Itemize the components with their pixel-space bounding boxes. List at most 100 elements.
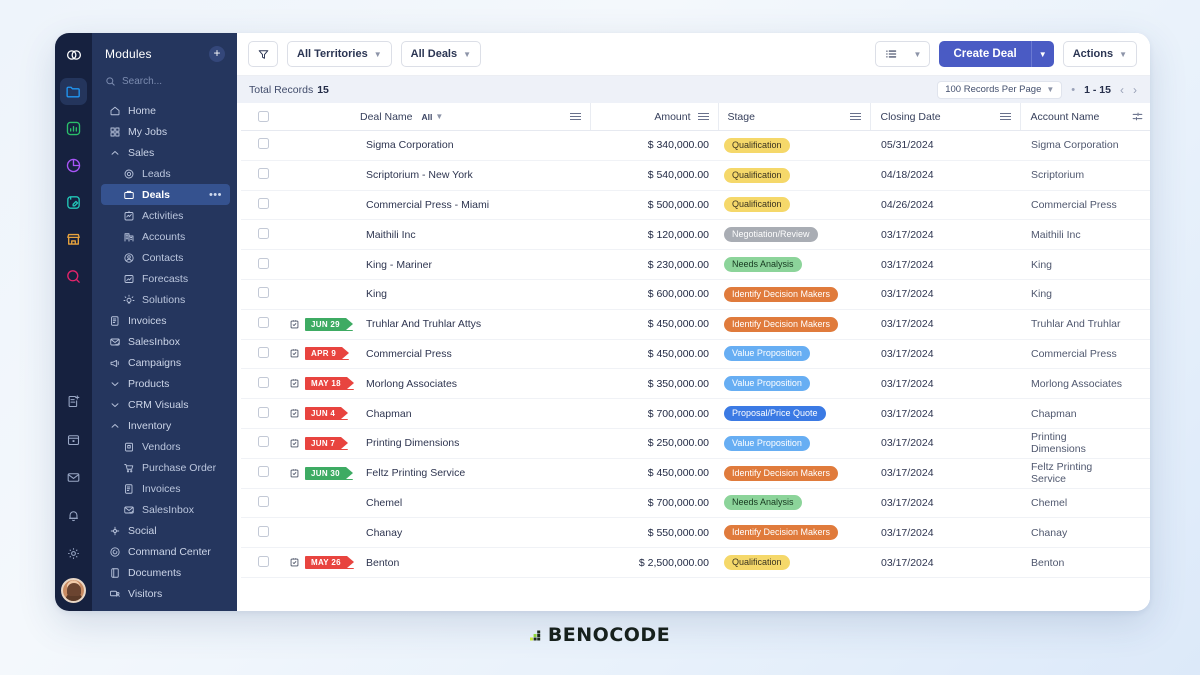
gear-icon[interactable] bbox=[60, 540, 87, 567]
list-view-icon[interactable] bbox=[876, 42, 906, 66]
sidebar-item-solutions[interactable]: Solutions bbox=[92, 289, 237, 310]
table-row[interactable]: MAY 26 Benton $ 2,500,000.00 Qualification 0… bbox=[241, 547, 1150, 578]
row-account-name[interactable]: King bbox=[1020, 279, 1124, 310]
header-deal-name-menu-icon[interactable] bbox=[569, 112, 581, 121]
search-circle-icon[interactable] bbox=[60, 263, 87, 290]
add-module-button[interactable]: + bbox=[209, 46, 225, 62]
chevron-right-icon[interactable]: › bbox=[1133, 83, 1137, 97]
row-flag[interactable]: JUN 30 bbox=[285, 466, 360, 480]
table-row[interactable]: JUN 29 Truhlar And Truhlar Attys $ 450,000… bbox=[241, 309, 1150, 340]
sidebar-item-deals[interactable]: Deals ••• bbox=[101, 184, 230, 205]
row-account-name[interactable]: Maithili Inc bbox=[1020, 219, 1124, 251]
sidebar-item-contacts[interactable]: Contacts bbox=[92, 247, 237, 268]
row-deal-name[interactable]: Commercial Press bbox=[360, 339, 590, 370]
sidebar-item-activities[interactable]: Activities bbox=[92, 205, 237, 226]
calendar-icon[interactable] bbox=[60, 426, 87, 453]
row-checkbox[interactable] bbox=[257, 466, 269, 478]
sidebar-item-accounts[interactable]: Accounts bbox=[92, 226, 237, 247]
table-row[interactable]: Sigma Corporation $ 340,000.00 Qualificati… bbox=[241, 130, 1150, 161]
row-deal-name[interactable]: Benton bbox=[360, 547, 590, 578]
new-document-icon[interactable] bbox=[60, 388, 87, 415]
header-stage-menu-icon[interactable] bbox=[849, 112, 861, 121]
bar-chart-icon[interactable] bbox=[60, 115, 87, 142]
row-account-name[interactable]: Morlong Associates bbox=[1020, 368, 1124, 400]
row-account-name[interactable]: Commercial Press bbox=[1020, 339, 1124, 370]
filter-button[interactable] bbox=[248, 41, 278, 67]
row-deal-name[interactable]: Chapman bbox=[360, 398, 590, 429]
row-account-name[interactable]: Chanay bbox=[1020, 517, 1124, 549]
table-row[interactable]: Scriptorium - New York $ 540,000.00 Qualif… bbox=[241, 160, 1150, 191]
row-checkbox[interactable] bbox=[257, 257, 269, 269]
row-flag[interactable]: JUN 29 bbox=[285, 317, 360, 331]
row-checkbox[interactable] bbox=[257, 138, 269, 150]
sidebar-item-inventory[interactable]: Inventory bbox=[92, 415, 237, 436]
row-checkbox[interactable] bbox=[257, 376, 269, 388]
sidebar-item-products[interactable]: Products bbox=[92, 373, 237, 394]
row-checkbox[interactable] bbox=[257, 197, 269, 209]
row-deal-name[interactable]: Printing Dimensions bbox=[360, 428, 590, 459]
row-checkbox[interactable] bbox=[257, 287, 269, 299]
row-account-name[interactable]: Sigma Corporation bbox=[1020, 130, 1124, 161]
row-flag[interactable]: JUN 4 bbox=[285, 407, 360, 421]
sidebar-item-purchase-order[interactable]: Purchase Order bbox=[92, 457, 237, 478]
row-checkbox[interactable] bbox=[257, 495, 269, 507]
sidebar-item-social[interactable]: Social bbox=[92, 520, 237, 541]
row-checkbox[interactable] bbox=[257, 168, 269, 180]
sidebar-item-leads[interactable]: Leads bbox=[92, 163, 237, 184]
link-chain-logo-icon[interactable] bbox=[60, 41, 87, 68]
select-all-checkbox[interactable] bbox=[257, 111, 269, 122]
row-deal-name[interactable]: Sigma Corporation bbox=[360, 130, 590, 161]
row-account-name[interactable]: Chemel bbox=[1020, 488, 1124, 519]
header-account-name[interactable]: Account Name bbox=[1019, 103, 1124, 131]
actions-button[interactable]: Actions ▼ bbox=[1062, 41, 1137, 67]
row-flag[interactable]: APR 9 bbox=[285, 347, 360, 361]
mail-icon[interactable] bbox=[60, 464, 87, 491]
notebook-pen-icon[interactable] bbox=[60, 189, 87, 216]
row-account-name[interactable]: Printing Dimensions bbox=[1020, 428, 1124, 459]
row-deal-name[interactable]: King bbox=[360, 279, 590, 310]
row-account-name[interactable]: Feltz Printing Service bbox=[1020, 458, 1124, 489]
sidebar-item-command-center[interactable]: Command Center bbox=[92, 541, 237, 562]
row-checkbox[interactable] bbox=[257, 227, 269, 239]
store-icon[interactable] bbox=[60, 226, 87, 253]
chevron-left-icon[interactable]: ‹ bbox=[1120, 83, 1124, 97]
table-row[interactable]: APR 9 Commercial Press $ 450,000.00 Value P… bbox=[241, 339, 1150, 370]
header-amount-menu-icon[interactable] bbox=[697, 112, 709, 121]
table-row[interactable]: Chanay $ 550,000.00 Identify Decision Make… bbox=[241, 517, 1150, 549]
table-row[interactable]: King - Mariner $ 230,000.00 Needs Analysis… bbox=[241, 249, 1150, 280]
sidebar-item-invoices[interactable]: Invoices bbox=[92, 310, 237, 331]
header-stage[interactable]: Stage bbox=[717, 103, 870, 131]
row-account-name[interactable]: Truhlar And Truhlar bbox=[1020, 309, 1124, 340]
header-deal-name-filter[interactable]: All bbox=[422, 112, 433, 122]
sidebar-item-campaigns[interactable]: Campaigns bbox=[92, 352, 237, 373]
sidebar-item-invoices[interactable]: Invoices bbox=[92, 478, 237, 499]
folder-icon[interactable] bbox=[60, 78, 87, 105]
header-closing-date-menu-icon[interactable] bbox=[999, 112, 1011, 121]
sidebar-item-salesinbox[interactable]: SalesInbox bbox=[92, 499, 237, 520]
view-dropdown-caret[interactable]: ▼ bbox=[906, 42, 930, 66]
header-closing-date[interactable]: Closing Date bbox=[869, 103, 1020, 131]
row-checkbox[interactable] bbox=[257, 406, 269, 418]
header-column-settings[interactable] bbox=[1124, 103, 1150, 131]
row-deal-name[interactable]: King - Mariner bbox=[360, 249, 590, 280]
create-deal-dropdown[interactable]: ▼ bbox=[1030, 41, 1054, 67]
row-deal-name[interactable]: Feltz Printing Service bbox=[360, 458, 590, 489]
row-flag[interactable]: MAY 26 bbox=[285, 556, 360, 570]
row-flag[interactable]: MAY 18 bbox=[285, 377, 360, 391]
row-checkbox[interactable] bbox=[257, 525, 269, 537]
row-checkbox[interactable] bbox=[257, 317, 269, 329]
table-row[interactable]: Commercial Press - Miami $ 500,000.00 Qual… bbox=[241, 190, 1150, 221]
table-row[interactable]: JUN 7 Printing Dimensions $ 250,000.00 Valu… bbox=[241, 428, 1150, 459]
sidebar-item-home[interactable]: Home bbox=[92, 100, 237, 121]
table-row[interactable]: King $ 600,000.00 Identify Decision Makers… bbox=[241, 279, 1150, 310]
row-deal-name[interactable]: Chemel bbox=[360, 488, 590, 519]
records-per-page-select[interactable]: 100 Records Per Page ▼ bbox=[937, 80, 1063, 99]
row-account-name[interactable]: Commercial Press bbox=[1020, 190, 1124, 221]
header-deal-name[interactable]: Deal Name All ▼ bbox=[360, 103, 590, 131]
sidebar-item-more-icon[interactable]: ••• bbox=[209, 189, 222, 200]
row-checkbox[interactable] bbox=[257, 555, 269, 567]
create-deal-group[interactable]: Create Deal ▼ bbox=[939, 41, 1054, 67]
sidebar-item-sales[interactable]: Sales bbox=[92, 142, 237, 163]
table-row[interactable]: JUN 4 Chapman $ 700,000.00 Proposal/Price Q… bbox=[241, 398, 1150, 429]
row-account-name[interactable]: King bbox=[1020, 249, 1124, 280]
